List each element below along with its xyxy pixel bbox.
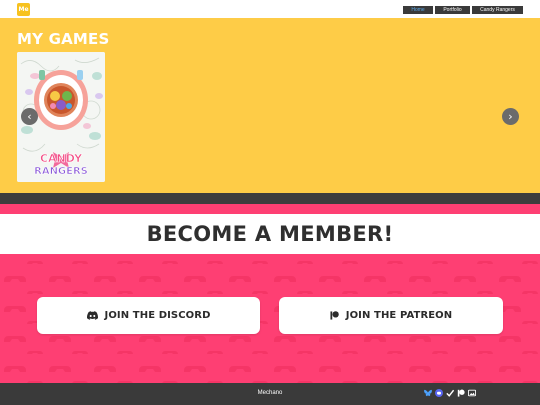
join-discord-button[interactable]: JOIN THE DISCORD — [37, 297, 260, 334]
section-divider — [0, 193, 540, 204]
nav-portfolio[interactable]: Portfolio — [435, 6, 470, 14]
patreon-icon[interactable] — [457, 389, 465, 397]
top-nav-bar: Me Home Portfolio Candy Rangers — [0, 0, 540, 18]
join-discord-label: JOIN THE DISCORD — [104, 310, 211, 321]
carousel-next-button[interactable]: › — [502, 108, 519, 125]
nav-home[interactable]: Home — [403, 6, 433, 14]
cover-logo-line2: RANGERS — [34, 166, 88, 177]
games-section: MY GAMES CANDY RANGERS ‹ › — [0, 18, 540, 193]
chevron-left-icon: ‹ — [27, 110, 32, 123]
carousel-prev-button[interactable]: ‹ — [21, 108, 38, 125]
games-title: MY GAMES — [17, 30, 110, 48]
gallery-icon[interactable] — [468, 389, 476, 397]
chevron-right-icon: › — [508, 110, 513, 123]
member-section: BECOME A MEMBER! JOIN THE DISCORD JOIN T… — [0, 204, 540, 383]
join-patreon-label: JOIN THE PATREON — [345, 310, 453, 321]
join-patreon-button[interactable]: JOIN THE PATREON — [279, 297, 503, 334]
member-title: BECOME A MEMBER! — [146, 222, 394, 246]
patreon-icon — [330, 311, 339, 320]
bluesky-icon[interactable] — [424, 389, 432, 397]
nav-candy-rangers[interactable]: Candy Rangers — [472, 6, 523, 14]
discord-icon — [86, 311, 98, 320]
cover-logo-line1: CANDY — [40, 152, 83, 165]
site-logo[interactable]: Me — [17, 3, 30, 16]
footer: Mechano — [0, 383, 540, 405]
discord-icon[interactable] — [435, 389, 443, 397]
check-icon[interactable] — [446, 389, 454, 397]
